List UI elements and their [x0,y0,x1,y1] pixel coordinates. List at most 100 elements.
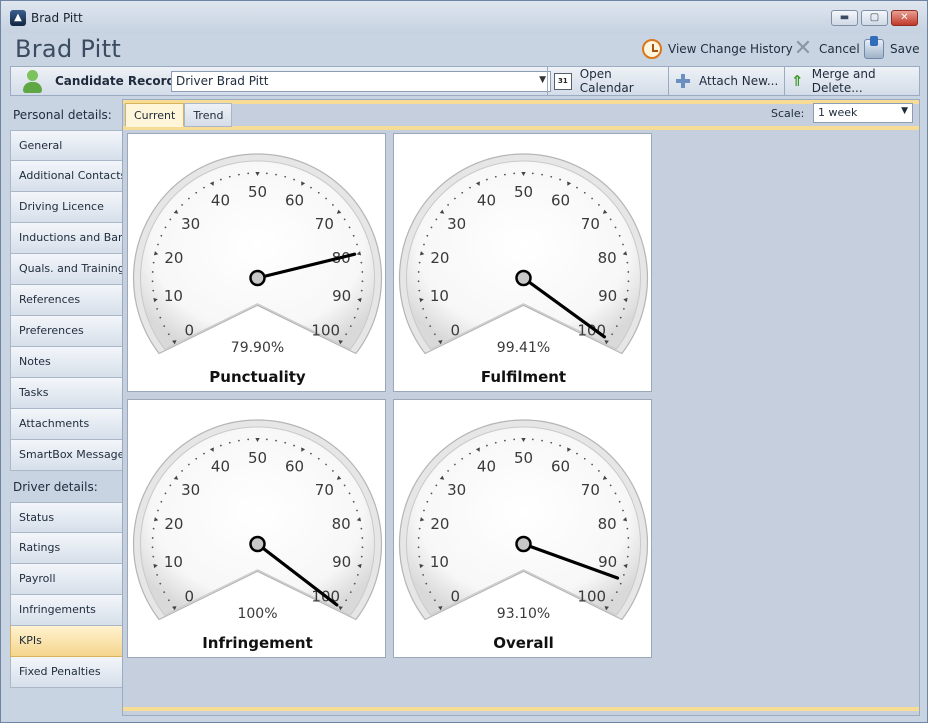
sidebar-item-inductions-and-bans[interactable]: Inductions and Bans [10,223,123,254]
gauge-tick-label: 80 [598,249,617,267]
gauge-minor-tick [247,438,250,441]
gauge-minor-tick [583,191,586,194]
sidebar-item-ratings[interactable]: Ratings [10,533,123,564]
sidebar-item-notes[interactable]: Notes [10,347,123,378]
gauge-minor-tick [609,484,612,487]
gauge-minor-tick [159,316,162,319]
gauge-minor-tick [429,325,432,328]
gauge-minor-tick [151,546,154,549]
gauge-tick-label: 10 [430,287,449,305]
gauge-title: Infringement [202,634,313,652]
gauge-minor-tick [418,261,421,264]
sidebar-item-fixed-penalties[interactable]: Fixed Penalties [10,657,123,688]
gauge-minor-tick [265,172,268,175]
gauge-minor-tick [423,243,425,246]
gauge-title: Punctuality [209,368,306,386]
kpi-panel: Current Trend Scale: 1 week ▼ 0 10 20 30 40 5… [122,99,920,716]
gauge-minor-tick [181,470,183,472]
gauge-minor-tick [360,289,363,292]
gauge-minor-tick [425,582,428,585]
minimize-button[interactable]: ▬ [831,10,858,26]
view-change-history-button[interactable]: View Change History [642,37,793,61]
attach-new-button[interactable]: Attach New... [668,67,784,95]
scale-select[interactable]: 1 week ▼ [813,103,913,123]
open-calendar-button[interactable]: 31 Open Calendar [547,67,668,95]
gauge-minor-tick [453,463,456,466]
gauge-minor-tick [559,444,562,447]
tab-current[interactable]: Current [125,103,185,127]
gauge-minor-tick [348,492,351,495]
gauge-minor-tick [618,500,621,503]
candidate-record-select[interactable]: Driver Brad Pitt ▼ [171,71,551,92]
gauge-minor-tick [485,178,488,181]
gauge-card: 0102030405060708090100100%Infringement [127,399,386,658]
gauge-minor-tick [164,492,167,495]
sidebar-item-status[interactable]: Status [10,502,123,533]
gauge-minor-tick [238,173,240,176]
gauge-minor-tick [167,599,170,602]
gauge-minor-tick [541,173,543,176]
sidebar-item-quals-and-training[interactable]: Quals. and Training [10,254,123,285]
gauge-minor-tick [345,333,348,336]
page-title: Brad Pitt [15,35,122,63]
gauge-minor-tick [317,457,320,460]
sidebar: Personal details: General Additional Cont… [10,99,123,688]
gauge-minor-tick [360,527,363,530]
window-title: Brad Pitt [31,11,83,25]
gauge-minor-tick [541,439,543,442]
save-button[interactable]: Save [864,36,919,61]
tab-trend[interactable]: Trend [184,103,233,127]
gauge-minor-tick [151,537,154,539]
gauge-minor-tick [598,470,600,472]
gauge-tick-label: 60 [551,191,570,209]
gauge-minor-tick [238,439,240,442]
gauge-hub [249,269,266,287]
gauge-minor-tick [160,500,163,503]
cancel-button[interactable]: ✕ Cancel [793,37,860,61]
gauge-minor-tick [169,218,172,221]
gauge-minor-tick [504,173,506,176]
gauge-minor-tick [310,186,312,189]
gauge-minor-tick [626,289,629,292]
sidebar-item-attachments[interactable]: Attachments [10,409,123,440]
maximize-button[interactable]: ▢ [861,10,888,26]
gauge-tick-label: 90 [332,553,351,571]
gauge-minor-tick [435,484,438,487]
gauge-minor-tick [361,280,364,283]
title-bar: ▲ Brad Pitt ▬ ▢ ✕ [1,1,927,33]
sidebar-item-infringements[interactable]: Infringements [10,595,123,626]
app-window: ▲ Brad Pitt ▬ ▢ ✕ Brad Pitt View Change … [0,0,928,723]
merge-delete-label: Merge and Delete... [811,67,876,95]
gauge-minor-tick [550,175,553,178]
sidebar-item-general[interactable]: General [10,130,123,161]
gauge-tick-label: 0 [450,587,460,605]
sidebar-item-driving-licence[interactable]: Driving Licence [10,192,123,223]
close-window-button[interactable]: ✕ [891,10,918,26]
gauge-minor-tick [317,191,320,194]
gauge-tick-label: 30 [181,481,200,499]
sidebar-item-smartbox-messages[interactable]: SmartBox Messages [10,440,123,471]
gauge-minor-tick [627,546,630,549]
sidebar-item-payroll[interactable]: Payroll [10,564,123,595]
gauge-minor-tick [152,555,155,558]
gauge-tick-label: 10 [164,287,183,305]
gauge-minor-tick [275,173,277,176]
gauge-tick-label: 40 [211,457,230,475]
gauge-tick-label: 50 [514,449,533,467]
gauge-minor-tick [360,555,363,558]
merge-delete-button[interactable]: ⇑ Merge and Delete... [784,67,920,95]
gauge-tick-label: 10 [164,553,183,571]
sidebar-item-preferences[interactable]: Preferences [10,316,123,347]
attach-new-label: Attach New... [699,74,779,88]
sidebar-item-kpis[interactable]: KPIs [10,626,123,657]
gauge-minor-tick [622,243,624,246]
sidebar-item-references[interactable]: References [10,285,123,316]
gauge-tick-label: 80 [332,515,351,533]
candidate-record-bar: Candidate Records: Driver Brad Pitt ▼ 31… [10,66,920,96]
cancel-x-icon: ✕ [793,36,813,61]
sidebar-item-additional-contacts[interactable]: Additional Contacts [10,161,123,192]
gauge-minor-tick [433,599,436,602]
sidebar-item-tasks[interactable]: Tasks [10,378,123,409]
gauge-minor-tick [418,527,421,530]
gauge-tick-label: 100 [311,321,340,339]
